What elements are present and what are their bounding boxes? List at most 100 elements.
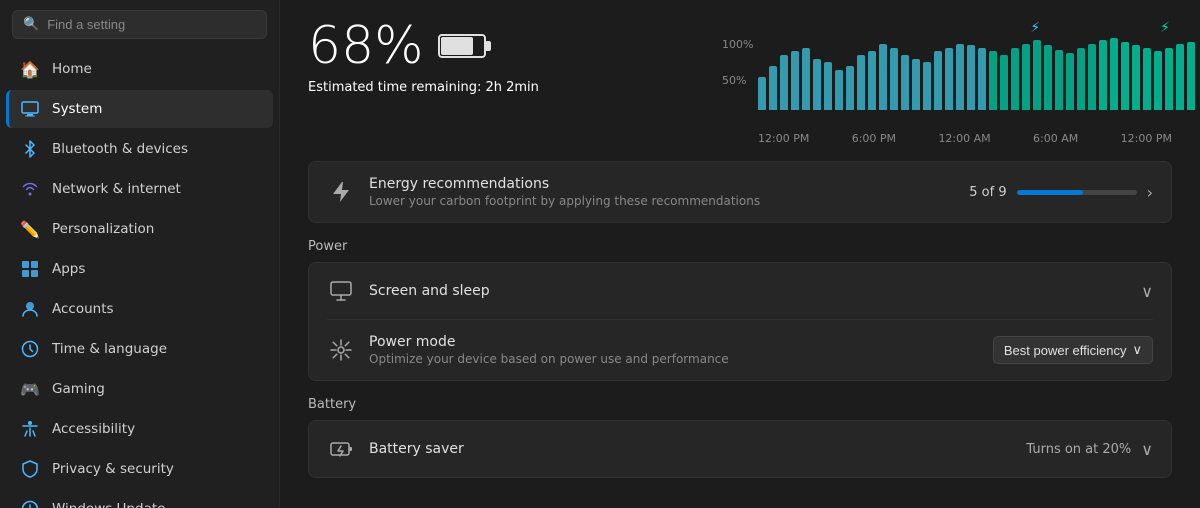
power-mode-right: Best power efficiency ∨ xyxy=(993,336,1153,364)
sidebar: 🔍 🏠 Home System Bluetooth & devices xyxy=(0,0,280,508)
chart-bar xyxy=(1011,48,1019,110)
chart-bar xyxy=(758,77,766,110)
power-mode-value: Best power efficiency xyxy=(1004,343,1127,358)
energy-desc: Lower your carbon footprint by applying … xyxy=(369,194,955,208)
battery-saver-card[interactable]: Battery saver Turns on at 20% ∨ xyxy=(308,420,1172,478)
battery-saver-value: Turns on at 20% xyxy=(1026,442,1131,457)
chart-bar xyxy=(1165,48,1173,110)
chart-bar xyxy=(1044,45,1052,110)
chart-bar xyxy=(879,44,887,110)
sidebar-item-home[interactable]: 🏠 Home xyxy=(6,50,273,88)
sidebar-item-accessibility[interactable]: Accessibility xyxy=(6,410,273,448)
sidebar-item-system[interactable]: System xyxy=(6,90,273,128)
network-icon xyxy=(20,179,40,199)
chart-bars xyxy=(758,38,1172,110)
power-card: Screen and sleep ∨ Power mode Optimize y… xyxy=(308,262,1172,381)
screen-sleep-title: Screen and sleep xyxy=(369,283,1127,299)
chart-bar xyxy=(978,48,986,110)
battery-icon-big xyxy=(438,31,492,61)
chart-bar xyxy=(923,62,931,110)
chart-bar xyxy=(945,48,953,110)
power-section-label: Power xyxy=(308,239,1172,254)
energy-recommendations-card[interactable]: Energy recommendations Lower your carbon… xyxy=(308,161,1172,223)
accounts-icon xyxy=(20,299,40,319)
sidebar-item-label: Accounts xyxy=(52,301,114,317)
sidebar-item-bluetooth[interactable]: Bluetooth & devices xyxy=(6,130,273,168)
power-mode-title: Power mode xyxy=(369,334,979,350)
power-mode-row[interactable]: Power mode Optimize your device based on… xyxy=(309,320,1171,380)
sidebar-item-label: Privacy & security xyxy=(52,461,174,477)
chart-bar xyxy=(1154,51,1162,110)
energy-progress-bar xyxy=(1017,190,1137,195)
sidebar-item-label: Windows Update xyxy=(52,501,165,508)
power-mode-dropdown[interactable]: Best power efficiency ∨ xyxy=(993,336,1153,364)
chart-bar xyxy=(813,59,821,110)
chart-bar xyxy=(802,48,810,110)
sidebar-item-personalization[interactable]: ✏️ Personalization xyxy=(6,210,273,248)
chart-bar xyxy=(780,55,788,110)
energy-status: 5 of 9 xyxy=(969,185,1006,200)
power-mode-icon xyxy=(327,336,355,364)
energy-title: Energy recommendations xyxy=(369,176,955,192)
sidebar-item-label: Bluetooth & devices xyxy=(52,141,188,157)
chart-bar xyxy=(791,51,799,110)
battery-saver-chevron-icon: ∨ xyxy=(1141,440,1153,459)
battery-saver-row[interactable]: Battery saver Turns on at 20% ∨ xyxy=(309,421,1171,477)
battery-percent: 68% xyxy=(308,20,424,72)
search-box[interactable]: 🔍 xyxy=(12,10,267,39)
energy-icon xyxy=(327,178,355,206)
search-input[interactable] xyxy=(47,17,256,32)
chart-bar xyxy=(1121,42,1129,110)
sidebar-item-network[interactable]: Network & internet xyxy=(6,170,273,208)
chart-bar xyxy=(1022,44,1030,110)
chart-bar xyxy=(1187,42,1195,110)
power-mode-desc: Optimize your device based on power use … xyxy=(369,352,979,366)
power-mode-text: Power mode Optimize your device based on… xyxy=(369,334,979,366)
battery-header: 68% Estimated time remaining: 2h 2min ⚡ … xyxy=(308,20,1172,145)
battery-percent-row: 68% xyxy=(308,20,539,72)
battery-saver-icon xyxy=(327,435,355,463)
bolt-right-icon: ⚡ xyxy=(1160,20,1170,36)
sidebar-item-accounts[interactable]: Accounts xyxy=(6,290,273,328)
sidebar-item-windows-update[interactable]: Windows Update xyxy=(6,490,273,508)
chart-bar xyxy=(846,66,854,110)
chart-bar xyxy=(934,51,942,110)
screen-sleep-row[interactable]: Screen and sleep ∨ xyxy=(309,263,1171,319)
battery-section-label: Battery xyxy=(308,397,1172,412)
sidebar-item-gaming[interactable]: 🎮 Gaming xyxy=(6,370,273,408)
battery-saver-right: Turns on at 20% ∨ xyxy=(1026,440,1153,459)
accessibility-icon xyxy=(20,419,40,439)
main-content: 68% Estimated time remaining: 2h 2min ⚡ … xyxy=(280,0,1200,508)
screen-sleep-icon xyxy=(327,277,355,305)
chart-bar xyxy=(835,70,843,110)
privacy-icon xyxy=(20,459,40,479)
chart-bar xyxy=(769,66,777,110)
search-icon: 🔍 xyxy=(23,17,39,32)
sidebar-item-label: Network & internet xyxy=(52,181,181,197)
power-mode-chevron-icon: ∨ xyxy=(1132,342,1142,358)
chart-bar xyxy=(901,55,909,110)
system-icon xyxy=(20,99,40,119)
chart-bar xyxy=(1077,48,1085,110)
chart-bar xyxy=(1132,45,1140,110)
update-icon xyxy=(20,499,40,508)
chart-bar xyxy=(1176,44,1184,110)
personalization-icon: ✏️ xyxy=(20,219,40,239)
chart-bar xyxy=(868,51,876,110)
sidebar-item-label: Gaming xyxy=(52,381,105,397)
sidebar-item-label: Accessibility xyxy=(52,421,135,437)
chart-bar xyxy=(1033,40,1041,110)
home-icon: 🏠 xyxy=(20,59,40,79)
sidebar-item-privacy[interactable]: Privacy & security xyxy=(6,450,273,488)
chart-y-labels: 100% 50% xyxy=(722,38,753,128)
sidebar-item-label: Time & language xyxy=(52,341,167,357)
bolt-left-icon: ⚡ xyxy=(1030,20,1040,36)
sidebar-item-time[interactable]: Time & language xyxy=(6,330,273,368)
apps-icon xyxy=(20,259,40,279)
battery-info: 68% Estimated time remaining: 2h 2min xyxy=(308,20,539,95)
sidebar-item-apps[interactable]: Apps xyxy=(6,250,273,288)
battery-eta-value: 2h 2min xyxy=(485,80,538,95)
energy-recommendations-row[interactable]: Energy recommendations Lower your carbon… xyxy=(309,162,1171,222)
energy-right: 5 of 9 › xyxy=(969,183,1153,202)
chart-bar xyxy=(912,59,920,110)
